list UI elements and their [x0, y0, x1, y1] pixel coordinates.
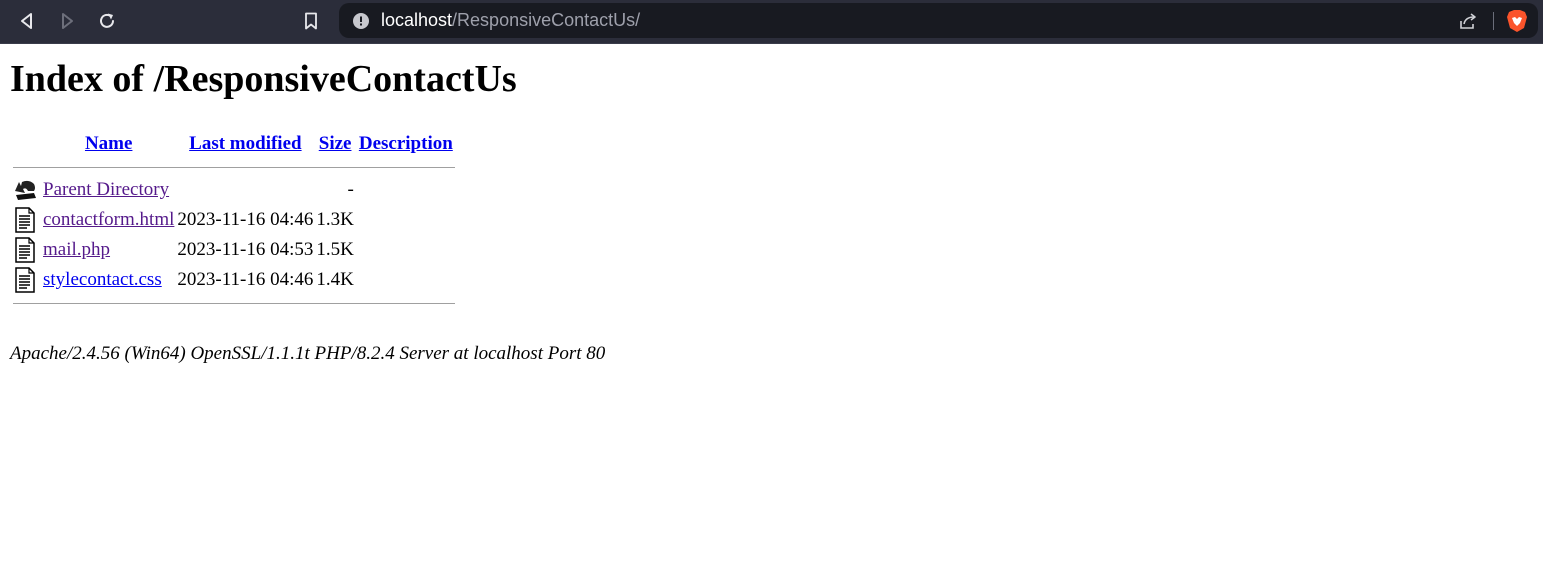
- description-cell: [357, 236, 455, 264]
- file-link-contactform[interactable]: contactform.html: [43, 209, 174, 230]
- description-cell: [357, 266, 455, 294]
- modified-cell: 2023-11-16 04:46: [177, 209, 314, 230]
- sort-by-description-link[interactable]: Description: [359, 133, 453, 154]
- icon-cell: [13, 206, 40, 234]
- info-icon[interactable]: [353, 13, 369, 29]
- header-divider: [13, 166, 455, 168]
- address-bar[interactable]: localhost/ResponsiveContactUs/: [339, 3, 1538, 38]
- sort-by-size-link[interactable]: Size: [319, 133, 352, 154]
- text-file-icon: [15, 267, 35, 293]
- text-file-icon: [15, 237, 35, 263]
- browser-toolbar: localhost/ResponsiveContactUs/: [0, 0, 1543, 44]
- modified-cell: 2023-11-16 04:53: [177, 239, 314, 260]
- reload-button[interactable]: [95, 9, 119, 33]
- bookmark-button[interactable]: [299, 9, 323, 33]
- forward-button[interactable]: [55, 9, 79, 33]
- separator-row: [13, 296, 455, 310]
- size-cell: -: [347, 179, 354, 200]
- url-divider: [1493, 12, 1494, 30]
- name-cell: Parent Directory: [43, 176, 174, 204]
- back-button[interactable]: [15, 9, 39, 33]
- footer-divider: [13, 302, 455, 304]
- sort-by-name-link[interactable]: Name: [85, 133, 132, 154]
- size-cell: 1.5K: [316, 239, 354, 260]
- description-cell: [357, 176, 455, 204]
- forward-icon: [62, 13, 73, 29]
- name-cell: contactform.html: [43, 206, 174, 234]
- icon-column-header: [13, 130, 40, 158]
- page-title: Index of /ResponsiveContactUs: [10, 58, 517, 100]
- url-path: /ResponsiveContactUs/: [452, 10, 641, 30]
- bookmark-icon: [305, 12, 317, 30]
- icon-cell: [13, 266, 40, 294]
- table-row: stylecontact.css 2023-11-16 04:46 1.4K: [13, 266, 455, 294]
- share-icon[interactable]: [1458, 11, 1478, 31]
- file-listing-table: Name Last modified Size Description Pare…: [10, 128, 458, 312]
- server-signature: Apache/2.4.56 (Win64) OpenSSL/1.1.1t PHP…: [10, 343, 606, 364]
- sort-by-modified-link[interactable]: Last modified: [189, 133, 301, 154]
- url-text[interactable]: localhost/ResponsiveContactUs/: [381, 10, 640, 30]
- size-cell: 1.4K: [316, 269, 354, 290]
- icon-cell: [13, 236, 40, 264]
- file-link-stylecontact[interactable]: stylecontact.css: [43, 269, 162, 290]
- size-cell: 1.3K: [316, 209, 354, 230]
- back-icon: [21, 13, 32, 29]
- separator-row: [13, 160, 455, 174]
- modified-cell: [177, 176, 313, 204]
- table-row: mail.php 2023-11-16 04:53 1.5K: [13, 236, 455, 264]
- name-cell: stylecontact.css: [43, 266, 174, 294]
- name-cell: mail.php: [43, 236, 174, 264]
- modified-column-header: Last modified: [177, 130, 313, 158]
- file-link-mail[interactable]: mail.php: [43, 239, 110, 260]
- reload-icon: [100, 13, 114, 28]
- table-header-row: Name Last modified Size Description: [13, 130, 455, 158]
- table-row: Parent Directory -: [13, 176, 455, 204]
- parent-directory-link[interactable]: Parent Directory: [43, 179, 169, 200]
- brave-lion-icon[interactable]: [1506, 9, 1528, 33]
- icon-cell: [13, 176, 40, 204]
- url-host: localhost: [381, 10, 453, 30]
- modified-cell: 2023-11-16 04:46: [177, 269, 314, 290]
- table-row: contactform.html 2023-11-16 04:46 1.3K: [13, 206, 455, 234]
- parent-directory-icon: [15, 180, 36, 200]
- size-column-header: Size: [316, 130, 353, 158]
- description-column-header: Description: [357, 130, 455, 158]
- description-cell: [357, 206, 455, 234]
- name-column-header: Name: [43, 130, 174, 158]
- text-file-icon: [15, 207, 35, 233]
